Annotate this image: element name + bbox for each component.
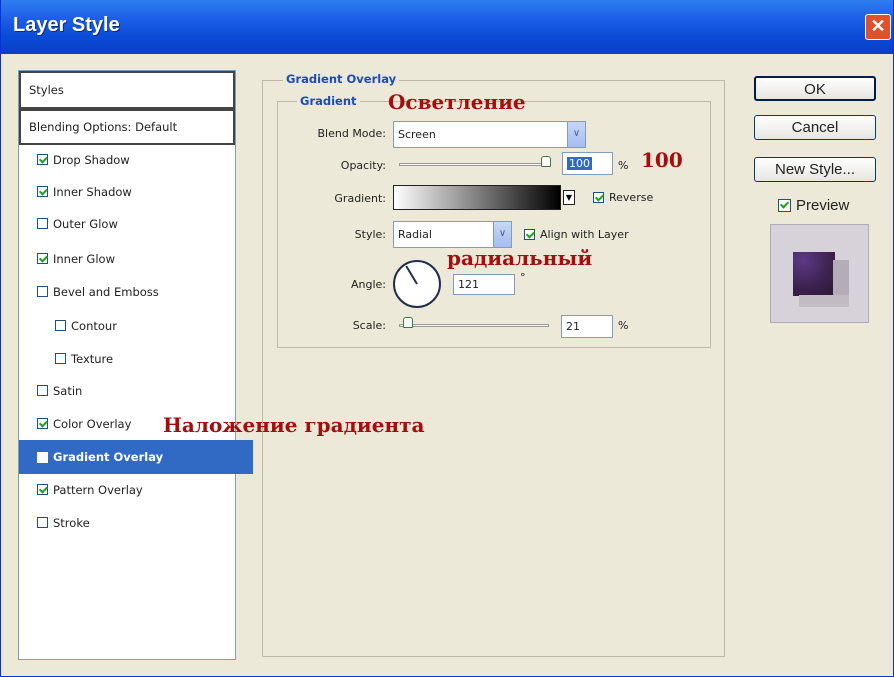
- new-style-button[interactable]: New Style...: [754, 157, 876, 182]
- gradient-overlay-title: Gradient Overlay: [283, 72, 400, 86]
- title-bar[interactable]: Layer Style ✕: [1, 0, 893, 54]
- style-item-checkbox[interactable]: [37, 484, 48, 495]
- gradient-overlay-annotation: Наложение градиента: [163, 413, 425, 437]
- reverse-check-icon[interactable]: [593, 192, 604, 203]
- style-item-label: Inner Shadow: [53, 184, 132, 199]
- styles-list-panel: Styles Blending Options: Default Drop Sh…: [18, 70, 253, 660]
- chevron-down-icon[interactable]: ∨: [493, 222, 511, 247]
- opacity-annotation: 100: [641, 148, 683, 172]
- preview-swatch-shadow-bottom: [799, 295, 849, 307]
- preview-swatch-shadow: [833, 260, 849, 300]
- preview-check-icon[interactable]: [778, 199, 791, 212]
- scale-label: Scale:: [352, 319, 386, 332]
- style-item-checkbox[interactable]: [55, 353, 66, 364]
- style-label: Style:: [354, 228, 386, 241]
- style-item-satin[interactable]: Satin: [19, 374, 253, 407]
- preview-label: Preview: [796, 197, 850, 214]
- angle-input[interactable]: 121: [453, 274, 515, 295]
- align-with-layer-checkbox[interactable]: Align with Layer: [524, 228, 629, 241]
- style-item-label: Pattern Overlay: [53, 482, 143, 497]
- reverse-label: Reverse: [609, 191, 654, 204]
- style-item-label: Contour: [71, 318, 117, 333]
- style-item-checkbox[interactable]: [37, 154, 48, 165]
- style-item-label: Satin: [53, 383, 83, 398]
- style-select[interactable]: Radial ∨: [393, 221, 512, 248]
- reverse-checkbox[interactable]: Reverse: [593, 191, 653, 204]
- style-item-checkbox[interactable]: [37, 385, 48, 396]
- gradient-label: Gradient:: [334, 192, 386, 205]
- style-item-outer-glow[interactable]: Outer Glow: [19, 207, 253, 240]
- style-item-checkbox[interactable]: [37, 418, 48, 429]
- preview-checkbox[interactable]: Preview: [778, 197, 849, 214]
- blend-mode-label: Blend Mode:: [317, 127, 387, 140]
- angle-label: Angle:: [350, 278, 386, 291]
- opacity-slider-track[interactable]: [399, 163, 549, 166]
- opacity-label: Opacity:: [340, 159, 386, 172]
- gradient-dropdown-arrow[interactable]: ▼: [563, 190, 575, 205]
- style-annotation: радиальный: [447, 246, 593, 270]
- blend-mode-annotation: Осветление: [388, 90, 526, 114]
- style-item-label: Bevel and Emboss: [53, 284, 159, 299]
- style-item-checkbox[interactable]: [37, 253, 48, 264]
- style-item-gradient-overlay[interactable]: Gradient Overlay: [19, 440, 253, 474]
- preview-swatch: [793, 252, 835, 296]
- align-label: Align with Layer: [540, 228, 629, 241]
- style-item-bevel-and-emboss[interactable]: Bevel and Emboss: [19, 275, 253, 308]
- style-item-checkbox[interactable]: [55, 320, 66, 331]
- cancel-button[interactable]: Cancel: [754, 115, 876, 140]
- style-item-inner-glow[interactable]: Inner Glow: [19, 242, 253, 275]
- angle-unit: °: [520, 271, 526, 284]
- preview-thumbnail: [770, 224, 869, 323]
- style-item-label: Drop Shadow: [53, 152, 130, 167]
- close-icon[interactable]: ✕: [865, 14, 891, 40]
- style-item-contour[interactable]: Contour: [19, 309, 271, 342]
- ok-button[interactable]: OK: [754, 76, 876, 101]
- style-item-checkbox[interactable]: [37, 451, 48, 463]
- style-item-label: Gradient Overlay: [53, 450, 164, 464]
- opacity-unit: %: [618, 159, 629, 172]
- angle-value: 121: [458, 278, 479, 291]
- blending-options-item[interactable]: Blending Options: Default: [19, 109, 235, 145]
- opacity-value: 100: [567, 157, 592, 170]
- chevron-down-icon[interactable]: ∨: [567, 122, 585, 147]
- style-item-inner-shadow[interactable]: Inner Shadow: [19, 175, 253, 208]
- style-item-drop-shadow[interactable]: Drop Shadow: [19, 143, 253, 176]
- window-title: Layer Style: [13, 14, 120, 36]
- style-item-label: Outer Glow: [53, 216, 118, 231]
- style-item-texture[interactable]: Texture: [19, 342, 271, 375]
- styles-header[interactable]: Styles: [19, 71, 235, 109]
- angle-dial[interactable]: [391, 258, 443, 310]
- style-item-checkbox[interactable]: [37, 286, 48, 297]
- style-item-checkbox[interactable]: [37, 517, 48, 528]
- style-item-pattern-overlay[interactable]: Pattern Overlay: [19, 473, 253, 506]
- style-item-label: Color Overlay: [53, 416, 132, 431]
- blending-options-label: Blending Options: Default: [29, 120, 178, 134]
- scale-slider-thumb[interactable]: [403, 317, 413, 328]
- scale-slider-track[interactable]: [399, 324, 549, 327]
- layer-style-dialog: Layer Style ✕ Styles Blending Options: D…: [0, 0, 894, 677]
- style-item-checkbox[interactable]: [37, 186, 48, 197]
- scale-value: 21: [566, 320, 580, 333]
- align-check-icon[interactable]: [524, 229, 535, 240]
- opacity-input[interactable]: 100: [562, 152, 613, 175]
- gradient-swatch[interactable]: [393, 185, 561, 210]
- style-item-label: Inner Glow: [53, 251, 115, 266]
- style-item-checkbox[interactable]: [37, 218, 48, 229]
- style-value: Radial: [398, 228, 432, 241]
- scale-input[interactable]: 21: [561, 315, 613, 338]
- blend-mode-select[interactable]: Screen ∨: [393, 121, 586, 148]
- style-item-label: Texture: [71, 351, 114, 366]
- style-item-label: Stroke: [53, 515, 90, 530]
- style-item-stroke[interactable]: Stroke: [19, 506, 253, 539]
- opacity-slider-thumb[interactable]: [541, 156, 551, 167]
- blend-mode-value: Screen: [398, 128, 436, 141]
- scale-unit: %: [618, 319, 629, 332]
- gradient-subgroup-title: Gradient: [297, 94, 360, 108]
- styles-header-label: Styles: [29, 83, 64, 97]
